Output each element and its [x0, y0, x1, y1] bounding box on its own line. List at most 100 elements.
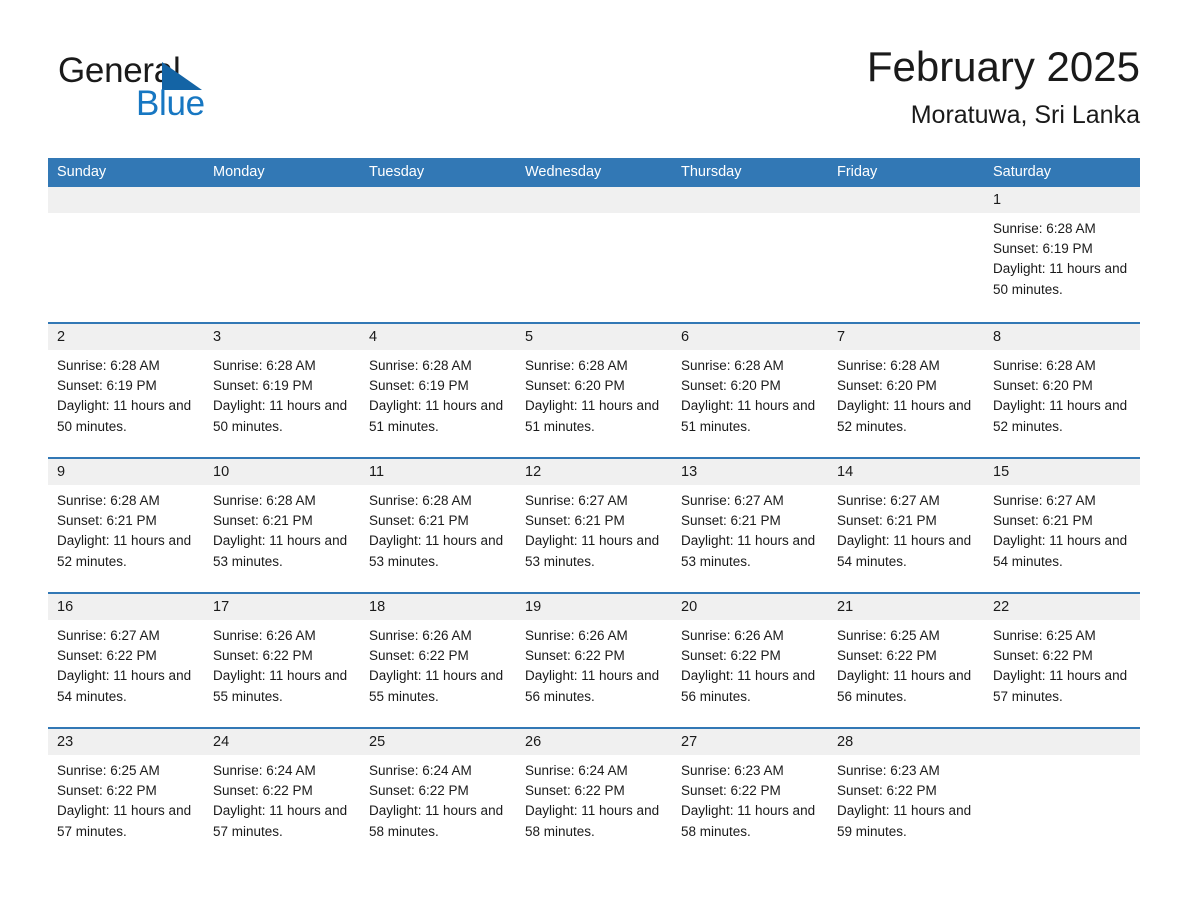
day-info: Sunrise: 6:27 AM Sunset: 6:21 PM Daylight:… [672, 485, 828, 572]
day-cell[interactable]: 23 Sunrise: 6:25 AM Sunset: 6:22 PM Dayligh… [48, 729, 204, 862]
day-number [360, 187, 516, 213]
day-cell[interactable]: 13 Sunrise: 6:27 AM Sunset: 6:21 PM Dayligh… [672, 459, 828, 592]
daylight-text: Daylight: 11 hours and 56 minutes. [837, 668, 972, 704]
day-cell[interactable]: 18 Sunrise: 6:26 AM Sunset: 6:22 PM Dayligh… [360, 594, 516, 727]
day-info: Sunrise: 6:28 AM Sunset: 6:19 PM Daylight:… [360, 350, 516, 437]
sunrise-text: Sunrise: 6:28 AM [369, 358, 472, 373]
sunset-text: Sunset: 6:21 PM [681, 513, 781, 529]
day-cell[interactable]: 14 Sunrise: 6:27 AM Sunset: 6:21 PM Dayligh… [828, 459, 984, 592]
day-cell[interactable]: 22 Sunrise: 6:25 AM Sunset: 6:22 PM Dayligh… [984, 594, 1140, 727]
daylight-text: Daylight: 11 hours and 55 minutes. [369, 668, 504, 704]
day-cell[interactable]: 20 Sunrise: 6:26 AM Sunset: 6:22 PM Dayligh… [672, 594, 828, 727]
page-title: February 2025 [866, 43, 1140, 90]
day-number: 24 [204, 729, 360, 755]
day-cell[interactable]: 28 Sunrise: 6:23 AM Sunset: 6:22 PM Dayligh… [828, 729, 984, 862]
daylight-text: Daylight: 11 hours and 50 minutes. [993, 261, 1128, 297]
sunrise-text: Sunrise: 6:24 AM [525, 763, 628, 778]
sunset-text: Sunset: 6:19 PM [57, 378, 157, 394]
day-number: 18 [360, 594, 516, 620]
day-cell[interactable]: 3 Sunrise: 6:28 AM Sunset: 6:19 PM Daylight… [204, 324, 360, 457]
daylight-text: Daylight: 11 hours and 51 minutes. [525, 398, 660, 434]
day-cell[interactable]: 17 Sunrise: 6:26 AM Sunset: 6:22 PM Dayligh… [204, 594, 360, 727]
day-cell[interactable]: 2 Sunrise: 6:28 AM Sunset: 6:19 PM Daylight… [48, 324, 204, 457]
day-cell [516, 187, 672, 322]
sunrise-text: Sunrise: 6:25 AM [57, 763, 160, 778]
sunrise-text: Sunrise: 6:24 AM [213, 763, 316, 778]
day-cell[interactable]: 4 Sunrise: 6:28 AM Sunset: 6:19 PM Daylight… [360, 324, 516, 457]
day-number: 14 [828, 459, 984, 485]
day-number: 21 [828, 594, 984, 620]
day-cell[interactable]: 7 Sunrise: 6:28 AM Sunset: 6:20 PM Daylight… [828, 324, 984, 457]
calendar-grid: Sunday Monday Tuesday Wednesday Thursday… [48, 158, 1140, 862]
day-cell[interactable]: 27 Sunrise: 6:23 AM Sunset: 6:22 PM Dayligh… [672, 729, 828, 862]
daylight-text: Daylight: 11 hours and 58 minutes. [525, 803, 660, 839]
day-cell[interactable]: 6 Sunrise: 6:28 AM Sunset: 6:20 PM Daylight… [672, 324, 828, 457]
daylight-text: Daylight: 11 hours and 52 minutes. [837, 398, 972, 434]
day-cell[interactable]: 1 Sunrise: 6:28 AM Sunset: 6:19 PM Daylight… [984, 187, 1140, 322]
day-number: 15 [984, 459, 1140, 485]
day-cell[interactable]: 9 Sunrise: 6:28 AM Sunset: 6:21 PM Daylight… [48, 459, 204, 592]
day-cell[interactable]: 16 Sunrise: 6:27 AM Sunset: 6:22 PM Dayligh… [48, 594, 204, 727]
day-info: Sunrise: 6:23 AM Sunset: 6:22 PM Daylight:… [672, 755, 828, 842]
sunset-text: Sunset: 6:19 PM [993, 241, 1093, 257]
day-number: 20 [672, 594, 828, 620]
day-info [672, 213, 828, 219]
sunrise-text: Sunrise: 6:28 AM [57, 358, 160, 373]
day-number: 9 [48, 459, 204, 485]
sunset-text: Sunset: 6:21 PM [369, 513, 469, 529]
day-cell[interactable]: 8 Sunrise: 6:28 AM Sunset: 6:20 PM Daylight… [984, 324, 1140, 457]
day-cell[interactable]: 5 Sunrise: 6:28 AM Sunset: 6:20 PM Daylight… [516, 324, 672, 457]
generalblue-logo[interactable]: General Blue [58, 52, 318, 132]
page-header: General Blue February 2025 Moratuwa, Sri… [48, 40, 1140, 150]
day-number [48, 187, 204, 213]
day-info: Sunrise: 6:26 AM Sunset: 6:22 PM Daylight:… [204, 620, 360, 707]
day-info: Sunrise: 6:28 AM Sunset: 6:21 PM Daylight:… [204, 485, 360, 572]
day-info: Sunrise: 6:25 AM Sunset: 6:22 PM Daylight:… [828, 620, 984, 707]
day-number [516, 187, 672, 213]
day-info: Sunrise: 6:24 AM Sunset: 6:22 PM Daylight:… [516, 755, 672, 842]
day-cell[interactable]: 25 Sunrise: 6:24 AM Sunset: 6:22 PM Dayligh… [360, 729, 516, 862]
daylight-text: Daylight: 11 hours and 54 minutes. [837, 533, 972, 569]
sunset-text: Sunset: 6:22 PM [993, 648, 1093, 664]
sunset-text: Sunset: 6:22 PM [213, 783, 313, 799]
day-number: 6 [672, 324, 828, 350]
weekday-header-sunday: Sunday [57, 164, 107, 180]
day-cell[interactable]: 12 Sunrise: 6:27 AM Sunset: 6:21 PM Dayligh… [516, 459, 672, 592]
day-info: Sunrise: 6:27 AM Sunset: 6:22 PM Daylight:… [48, 620, 204, 707]
weekday-header-tuesday: Tuesday [369, 164, 425, 180]
day-info: Sunrise: 6:25 AM Sunset: 6:22 PM Daylight:… [984, 620, 1140, 707]
day-cell [672, 187, 828, 322]
day-number: 8 [984, 324, 1140, 350]
day-cell[interactable]: 19 Sunrise: 6:26 AM Sunset: 6:22 PM Dayligh… [516, 594, 672, 727]
day-cell[interactable]: 15 Sunrise: 6:27 AM Sunset: 6:21 PM Dayligh… [984, 459, 1140, 592]
day-info: Sunrise: 6:24 AM Sunset: 6:22 PM Daylight:… [360, 755, 516, 842]
weekday-header-wednesday: Wednesday [525, 164, 602, 180]
sunset-text: Sunset: 6:22 PM [837, 648, 937, 664]
daylight-text: Daylight: 11 hours and 53 minutes. [681, 533, 816, 569]
weekday-header-friday: Friday [837, 164, 878, 180]
day-number: 4 [360, 324, 516, 350]
sunset-text: Sunset: 6:22 PM [525, 783, 625, 799]
daylight-text: Daylight: 11 hours and 53 minutes. [369, 533, 504, 569]
day-cell[interactable]: 10 Sunrise: 6:28 AM Sunset: 6:21 PM Dayligh… [204, 459, 360, 592]
day-cell[interactable]: 11 Sunrise: 6:28 AM Sunset: 6:21 PM Dayligh… [360, 459, 516, 592]
daylight-text: Daylight: 11 hours and 53 minutes. [525, 533, 660, 569]
sunset-text: Sunset: 6:22 PM [57, 648, 157, 664]
daylight-text: Daylight: 11 hours and 59 minutes. [837, 803, 972, 839]
day-info [204, 213, 360, 219]
sunset-text: Sunset: 6:21 PM [57, 513, 157, 529]
day-cell[interactable]: 26 Sunrise: 6:24 AM Sunset: 6:22 PM Dayligh… [516, 729, 672, 862]
daylight-text: Daylight: 11 hours and 57 minutes. [57, 803, 192, 839]
day-info [828, 213, 984, 219]
sunset-text: Sunset: 6:22 PM [525, 648, 625, 664]
sunset-text: Sunset: 6:20 PM [993, 378, 1093, 394]
day-cell [48, 187, 204, 322]
day-number: 13 [672, 459, 828, 485]
day-cell[interactable]: 21 Sunrise: 6:25 AM Sunset: 6:22 PM Dayligh… [828, 594, 984, 727]
day-info [984, 755, 1140, 761]
day-info: Sunrise: 6:27 AM Sunset: 6:21 PM Daylight:… [516, 485, 672, 572]
sunrise-text: Sunrise: 6:27 AM [837, 493, 940, 508]
daylight-text: Daylight: 11 hours and 52 minutes. [993, 398, 1128, 434]
day-number [828, 187, 984, 213]
day-cell[interactable]: 24 Sunrise: 6:24 AM Sunset: 6:22 PM Dayligh… [204, 729, 360, 862]
